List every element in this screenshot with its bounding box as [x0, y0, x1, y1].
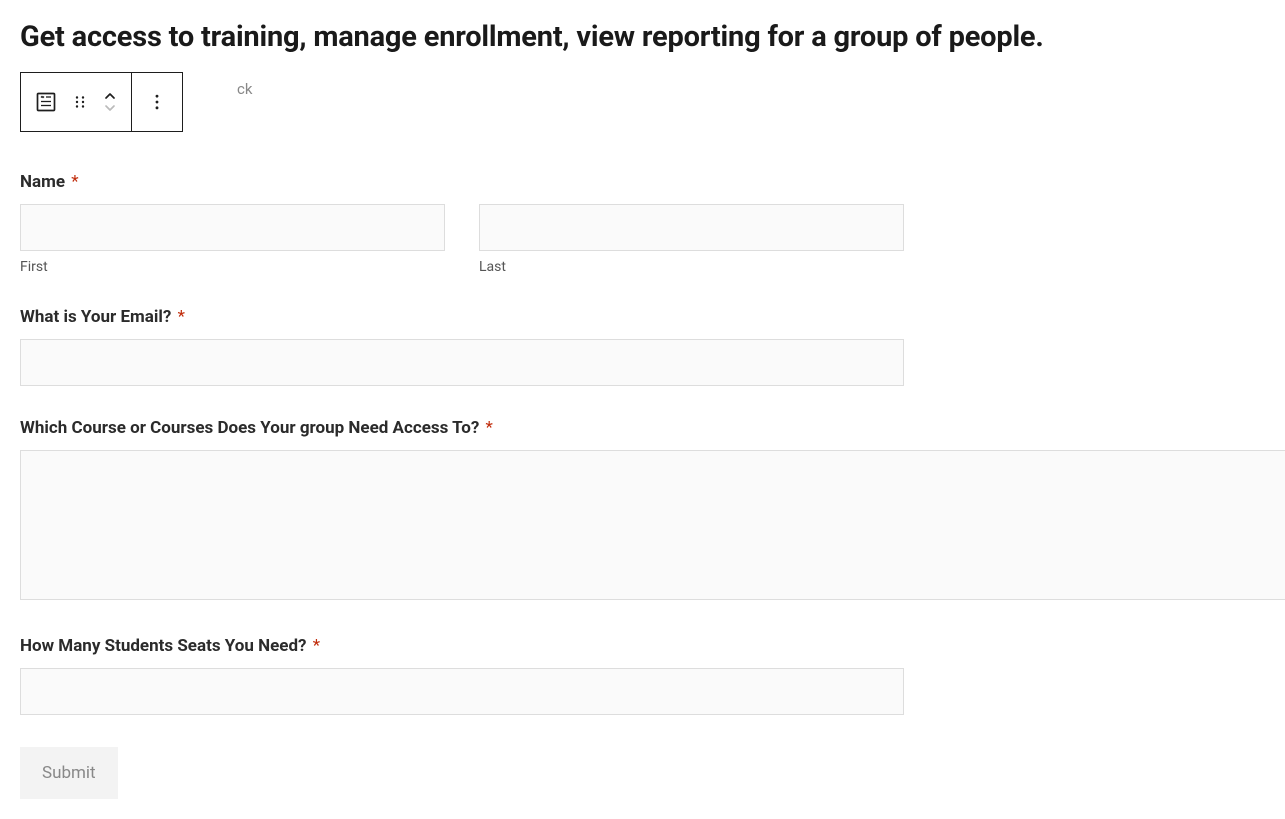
- last-name-col: Last: [479, 204, 904, 275]
- email-label: What is Your Email? *: [20, 307, 904, 327]
- page-title: Get access to training, manage enrollmen…: [20, 20, 1265, 54]
- required-mark: *: [178, 307, 185, 327]
- seats-input[interactable]: [20, 668, 904, 715]
- email-field-block: What is Your Email? *: [20, 307, 904, 386]
- form-block-icon[interactable]: [27, 78, 65, 126]
- partial-text-fragment: ck: [237, 80, 252, 98]
- first-name-col: First: [20, 204, 445, 275]
- required-mark: *: [71, 172, 78, 192]
- courses-field-block: Which Course or Courses Does Your group …: [20, 418, 904, 604]
- last-name-input[interactable]: [479, 204, 904, 251]
- more-options-icon[interactable]: [138, 78, 176, 126]
- first-name-input[interactable]: [20, 204, 445, 251]
- submit-button[interactable]: Submit: [20, 747, 118, 799]
- block-toolbar-wrap: ck: [20, 72, 1265, 132]
- required-mark: *: [486, 418, 493, 438]
- name-row: First Last: [20, 204, 904, 275]
- courses-textarea[interactable]: [20, 450, 1285, 600]
- first-name-sublabel: First: [20, 259, 445, 275]
- toolbar-group-more: [132, 73, 182, 131]
- courses-label-text: Which Course or Courses Does Your group …: [20, 418, 479, 438]
- seats-label-text: How Many Students Seats You Need?: [20, 636, 307, 656]
- name-label: Name *: [20, 172, 904, 192]
- name-label-text: Name: [20, 172, 65, 192]
- drag-handle-icon[interactable]: [65, 78, 95, 126]
- required-mark: *: [313, 636, 320, 656]
- last-name-sublabel: Last: [479, 259, 904, 275]
- email-label-text: What is Your Email?: [20, 307, 171, 327]
- courses-label: Which Course or Courses Does Your group …: [20, 418, 904, 438]
- seats-field-block: How Many Students Seats You Need? *: [20, 636, 904, 715]
- seats-label: How Many Students Seats You Need? *: [20, 636, 904, 656]
- toolbar-group-main: [21, 73, 131, 131]
- move-up-down-icon[interactable]: [95, 78, 125, 126]
- email-input[interactable]: [20, 339, 904, 386]
- form-area: Name * First Last What is Your Email? * …: [20, 172, 904, 799]
- block-toolbar: [20, 72, 183, 132]
